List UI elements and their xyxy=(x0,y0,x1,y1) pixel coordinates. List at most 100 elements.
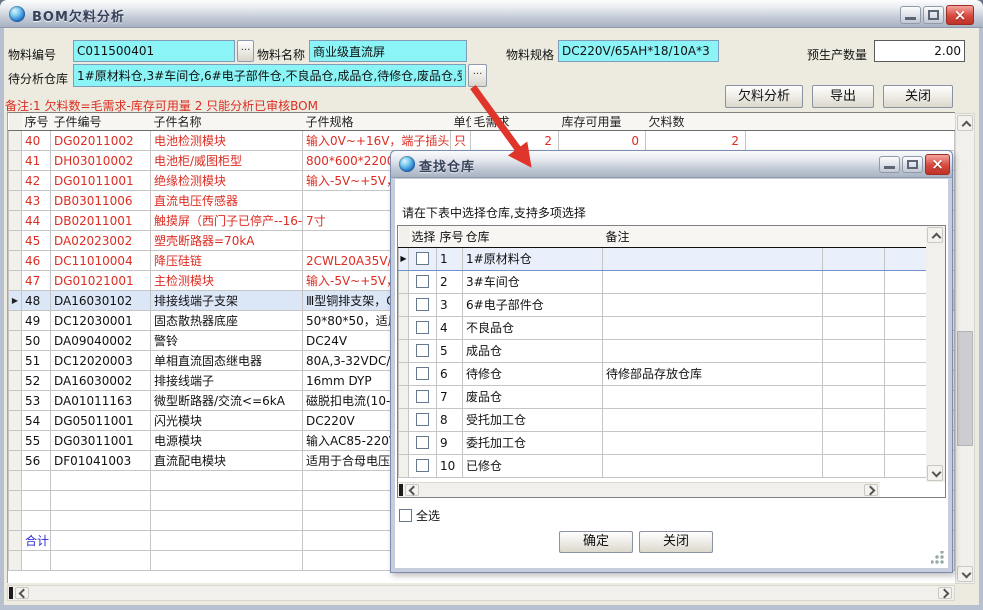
maximize-icon xyxy=(928,10,939,20)
warehouse-checkbox[interactable] xyxy=(416,367,429,380)
maximize-button[interactable] xyxy=(923,6,944,24)
warehouse-table: 选择 序号 仓库 备注 ▶11#原材料仓23#车间仓36#电子部件仓4不良品仓5… xyxy=(397,225,946,498)
warehouse-horizontal-scrollbar[interactable] xyxy=(398,482,880,497)
app-globe-icon xyxy=(9,6,25,22)
chevron-right-icon xyxy=(866,486,876,496)
material-no-browse-button[interactable]: ... xyxy=(237,40,254,62)
scroll-down-button[interactable] xyxy=(927,465,943,481)
col-name[interactable]: 子件名称 xyxy=(151,113,303,131)
warehouse-checkbox[interactable] xyxy=(416,298,429,311)
export-button[interactable]: 导出 xyxy=(812,85,874,108)
warehouse-row[interactable]: 36#电子部件仓 xyxy=(399,293,927,316)
col-select[interactable]: 选择 xyxy=(409,226,437,247)
col-seq[interactable]: 序号 xyxy=(437,226,463,247)
warehouse-vertical-scrollbar[interactable] xyxy=(926,226,945,482)
warehouse-row[interactable]: 5成品仓 xyxy=(399,339,927,362)
close-icon: × xyxy=(931,155,944,173)
col-spec[interactable]: 子件规格 xyxy=(303,113,451,131)
warehouse-row[interactable]: ▶11#原材料仓 xyxy=(399,247,927,270)
splitter-handle[interactable] xyxy=(399,484,403,496)
col-code[interactable]: 子件编号 xyxy=(51,113,151,131)
select-all-label: 全选 xyxy=(416,507,440,524)
splitter-handle[interactable] xyxy=(9,587,13,599)
chevron-down-icon xyxy=(962,569,972,579)
dialog-cancel-button[interactable]: 关闭 xyxy=(639,531,713,553)
col-remark[interactable]: 备注 xyxy=(603,226,823,247)
shortage-analyze-button[interactable]: 欠料分析 xyxy=(725,85,803,108)
scroll-down-button[interactable] xyxy=(957,566,973,582)
find-warehouse-dialog: 查找仓库 × 请在下表中选择仓库,支持多项选择 选择 xyxy=(390,150,953,573)
dialog-title: 查找仓库 xyxy=(419,156,475,175)
chevron-up-icon xyxy=(932,233,942,243)
warehouse-row[interactable]: 23#车间仓 xyxy=(399,270,927,293)
bom-shortage-window: BOM欠料分析 × 物料编号 ... 物料名称 物料规格 预生产数量 待分析仓库… xyxy=(0,0,983,610)
chevron-up-icon xyxy=(962,121,972,131)
dialog-minimize-button[interactable] xyxy=(879,156,900,173)
dialog-close-button[interactable]: × xyxy=(925,154,950,175)
main-vertical-scrollbar[interactable] xyxy=(955,113,975,584)
col-warehouse[interactable]: 仓库 xyxy=(463,226,603,247)
warehouse-checkbox[interactable] xyxy=(416,459,429,472)
col-shortage[interactable]: 欠料数 xyxy=(646,113,746,131)
dialog-globe-icon xyxy=(399,156,415,172)
dialog-ok-button[interactable]: 确定 xyxy=(559,531,633,553)
dialog-client: 请在下表中选择仓库,支持多项选择 选择 序号 仓库 备注 xyxy=(395,179,948,568)
bom-table-header: 序号 子件编号 子件名称 子件规格 单位 毛需求 库存可用量 欠料数 xyxy=(9,113,955,131)
main-horizontal-scrollbar[interactable] xyxy=(7,585,955,601)
resize-grip[interactable] xyxy=(931,551,944,564)
warehouse-label: 待分析仓库 xyxy=(8,70,68,87)
material-name-label: 物料名称 xyxy=(257,46,305,63)
warehouse-checkbox[interactable] xyxy=(416,321,429,334)
scroll-up-button[interactable] xyxy=(957,115,973,131)
material-no-input[interactable] xyxy=(73,40,235,62)
dialog-maximize-button[interactable] xyxy=(902,156,923,173)
table-row[interactable]: 40DG02011002电池检测模块输入0V~+16V，端子插头,波只202 xyxy=(9,131,955,151)
close-button[interactable]: × xyxy=(946,5,974,25)
minimize-icon xyxy=(884,166,895,169)
scroll-left-button[interactable] xyxy=(405,484,419,496)
col-available[interactable]: 库存可用量 xyxy=(559,113,646,131)
dialog-titlebar[interactable]: 查找仓库 × xyxy=(391,151,952,178)
warehouse-checkbox[interactable] xyxy=(416,344,429,357)
warehouse-browse-button[interactable]: ... xyxy=(468,64,487,87)
warehouse-checkbox[interactable] xyxy=(416,390,429,403)
warehouse-checkbox[interactable] xyxy=(416,275,429,288)
qty-input[interactable] xyxy=(874,40,965,62)
warehouse-row[interactable]: 6待修仓待修部品存放仓库 xyxy=(399,362,927,385)
close-window-button[interactable]: 关闭 xyxy=(883,85,953,108)
warehouse-row[interactable]: 8受托加工仓 xyxy=(399,408,927,431)
warehouse-checkbox[interactable] xyxy=(416,252,429,265)
minimize-icon xyxy=(905,17,916,20)
qty-label: 预生产数量 xyxy=(807,46,867,63)
col-no[interactable]: 序号 xyxy=(22,113,51,131)
material-spec-input[interactable] xyxy=(558,40,719,62)
select-all-checkbox[interactable] xyxy=(399,509,412,522)
select-all-row[interactable]: 全选 xyxy=(399,507,440,524)
scroll-right-button[interactable] xyxy=(938,587,952,599)
chevron-left-icon xyxy=(19,589,29,599)
window-titlebar[interactable]: BOM欠料分析 × xyxy=(0,0,983,28)
material-name-input[interactable] xyxy=(309,40,467,62)
warehouse-input[interactable] xyxy=(73,64,466,87)
warehouse-checkbox[interactable] xyxy=(416,436,429,449)
warehouse-row[interactable]: 7废品仓 xyxy=(399,385,927,408)
warehouse-checkbox[interactable] xyxy=(416,413,429,426)
material-no-label: 物料编号 xyxy=(8,46,56,63)
material-spec-label: 物料规格 xyxy=(506,46,554,63)
close-icon: × xyxy=(954,6,967,24)
chevron-left-icon xyxy=(409,486,419,496)
scroll-up-button[interactable] xyxy=(927,227,943,243)
warehouse-row[interactable]: 9委托加工仓 xyxy=(399,431,927,454)
scroll-left-button[interactable] xyxy=(15,587,29,599)
minimize-button[interactable] xyxy=(900,6,921,24)
warehouse-row[interactable]: 4不良品仓 xyxy=(399,316,927,339)
warehouse-row[interactable]: 10已修仓 xyxy=(399,454,927,477)
chevron-down-icon xyxy=(932,468,942,478)
col-unit[interactable]: 单位 xyxy=(451,113,471,131)
col-demand[interactable]: 毛需求 xyxy=(471,113,559,131)
warehouse-table-header: 选择 序号 仓库 备注 xyxy=(399,226,927,247)
scroll-right-button[interactable] xyxy=(864,484,878,496)
vertical-scroll-thumb[interactable] xyxy=(957,331,973,446)
chevron-right-icon xyxy=(940,589,950,599)
maximize-icon xyxy=(907,160,918,169)
